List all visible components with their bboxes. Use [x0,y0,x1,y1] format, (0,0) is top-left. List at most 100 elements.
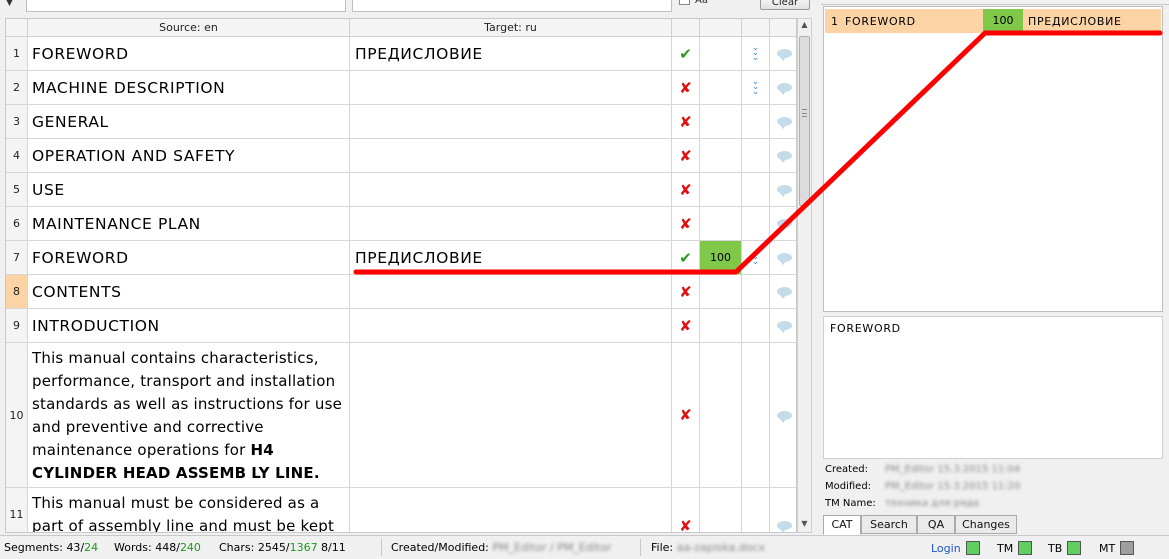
segment-row[interactable]: 4 OPERATION AND SAFETY ✘ [6,139,796,173]
header-target[interactable]: Target: ru [350,19,672,37]
segments-total: 43 [66,541,81,554]
segment-grid: Source: en Target: ru 1 FOREWORD ПРЕДИСЛ… [5,18,797,533]
meta-modified-value: PM_Editor 15.3.2015 11:20 [885,481,1021,492]
segment-row[interactable]: 11 This manual must be considered as a p… [6,488,796,532]
words-count: Words: 448/240 [114,541,201,554]
target-filter-input[interactable] [352,0,672,12]
target-cell[interactable] [350,173,672,206]
segment-number: 6 [6,207,28,240]
match-cell [700,173,742,206]
tab-qa[interactable]: QA [917,515,955,534]
comment-bubble-icon[interactable] [770,37,796,70]
scroll-thumb[interactable] [799,36,810,206]
scroll-up-icon[interactable]: ▲ [798,20,811,32]
segment-number: 2 [6,71,28,104]
clear-button[interactable]: Clear [760,0,810,10]
target-cell[interactable] [350,309,672,342]
source-cell[interactable]: CONTENTS [28,275,350,308]
source-cell[interactable]: This manual contains characteristics, pe… [28,343,350,487]
segments-count: Segments: 43/24 [4,541,98,554]
header-match [700,19,742,37]
target-cell[interactable] [350,275,672,308]
tm-meta: Created: PM_Editor 15.3.2015 11:04 Modifi… [823,462,1163,514]
match-cell [700,309,742,342]
meta-tm-name: TM Name: техника для ряда [825,496,979,512]
cross-icon: ✘ [672,139,700,172]
source-cell[interactable]: MACHINE DESCRIPTION [28,71,350,104]
comment-bubble-icon[interactable] [770,309,796,342]
target-cell[interactable] [350,207,672,240]
source-cell[interactable]: FOREWORD [28,241,350,274]
target-cell[interactable] [350,343,672,487]
created-modified: Created/Modified: PM_Editor / PM_Editor [391,541,611,554]
source-cell[interactable]: INTRODUCTION [28,309,350,342]
grid-scrollbar[interactable]: ▲ ▼ [797,18,812,533]
segment-row[interactable]: 3 GENERAL ✘ [6,105,796,139]
file-name: File: aa-zapiska.docx [651,541,765,554]
target-cell[interactable]: ПРЕДИСЛОВИЕ [350,37,672,70]
comment-bubble-icon[interactable] [770,488,796,532]
target-cell[interactable] [350,71,672,104]
source-cell[interactable]: OPERATION AND SAFETY [28,139,350,172]
segment-row[interactable]: 5 USE ✘ [6,173,796,207]
double-chevron-down-icon[interactable]: ⌄ ⌄ ⌄ [742,71,770,104]
source-filter-input[interactable] [26,0,346,12]
comment-bubble-icon[interactable] [770,207,796,240]
match-cell [700,207,742,240]
double-chevron-down-icon[interactable]: ⌄ ⌄ ⌄ [742,241,770,274]
source-cell[interactable]: GENERAL [28,105,350,138]
comment-bubble-icon[interactable] [770,71,796,104]
double-chevron-down-icon[interactable]: ⌄ ⌄ ⌄ [742,37,770,70]
comment-bubble-icon[interactable] [770,139,796,172]
segment-row[interactable]: 9 INTRODUCTION ✘ [6,309,796,343]
segment-row[interactable]: 10 This manual contains characteristics,… [6,343,796,488]
source-cell[interactable]: This manual must be considered as a part… [28,488,350,532]
check-icon: ✔ [672,241,700,274]
segment-row[interactable]: 8 CONTENTS ✘ [6,275,796,309]
target-cell[interactable] [350,105,672,138]
scroll-down-icon[interactable]: ▼ [798,519,811,531]
source-cell[interactable]: USE [28,173,350,206]
segment-row[interactable]: 1 FOREWORD ПРЕДИСЛОВИЕ ✔ ⌄ ⌄ ⌄ [6,37,796,71]
comment-bubble-icon[interactable] [770,241,796,274]
login-indicator[interactable]: Login [931,541,980,555]
tm-label: TM [997,542,1014,555]
cross-icon: ✘ [672,275,700,308]
repetition-cell [742,207,770,240]
tm-match-row[interactable]: 1 FOREWORD 100 ПРЕДИСЛОВИЕ [825,9,1161,33]
tm-indicator[interactable]: TM [997,541,1033,555]
tab-search[interactable]: Search [861,515,917,534]
repetition-cell [742,275,770,308]
mt-status-icon [1120,541,1135,555]
repetition-cell [742,343,770,487]
match-case-checkbox[interactable] [679,0,690,5]
segment-row[interactable]: 2 MACHINE DESCRIPTION ✘ ⌄ ⌄ ⌄ [6,71,796,105]
filter-bar: ▼ Aa Clear [0,0,812,12]
source-text: This manual contains characteristics, pe… [32,349,343,459]
login-link[interactable]: Login [931,542,961,555]
comment-bubble-icon[interactable] [770,343,796,487]
header-status [672,19,700,37]
target-cell[interactable] [350,488,672,532]
source-cell[interactable]: MAINTENANCE PLAN [28,207,350,240]
tm-match-target: ПРЕДИСЛОВИЕ [1028,15,1122,28]
mt-indicator[interactable]: MT [1099,541,1135,555]
header-source[interactable]: Source: en [28,19,350,37]
source-cell[interactable]: FOREWORD [28,37,350,70]
file-value: aa-zapiska.docx [676,541,766,554]
target-cell[interactable]: ПРЕДИСЛОВИЕ [350,241,672,274]
target-cell[interactable] [350,139,672,172]
dropdown-arrow-icon[interactable]: ▼ [6,0,13,8]
repetition-cell [742,105,770,138]
segment-number: 10 [6,343,28,487]
tab-changes[interactable]: Changes [955,515,1017,534]
comment-bubble-icon[interactable] [770,173,796,206]
file-label: File: [651,541,674,554]
comment-bubble-icon[interactable] [770,275,796,308]
comment-bubble-icon[interactable] [770,105,796,138]
segment-row[interactable]: 6 MAINTENANCE PLAN ✘ [6,207,796,241]
tb-indicator[interactable]: TB [1048,541,1082,555]
tab-cat[interactable]: CAT [823,515,861,535]
panel-splitter[interactable] [821,0,1169,5]
segment-row[interactable]: 7 FOREWORD ПРЕДИСЛОВИЕ ✔ 100 ⌄ ⌄ ⌄ [6,241,796,275]
